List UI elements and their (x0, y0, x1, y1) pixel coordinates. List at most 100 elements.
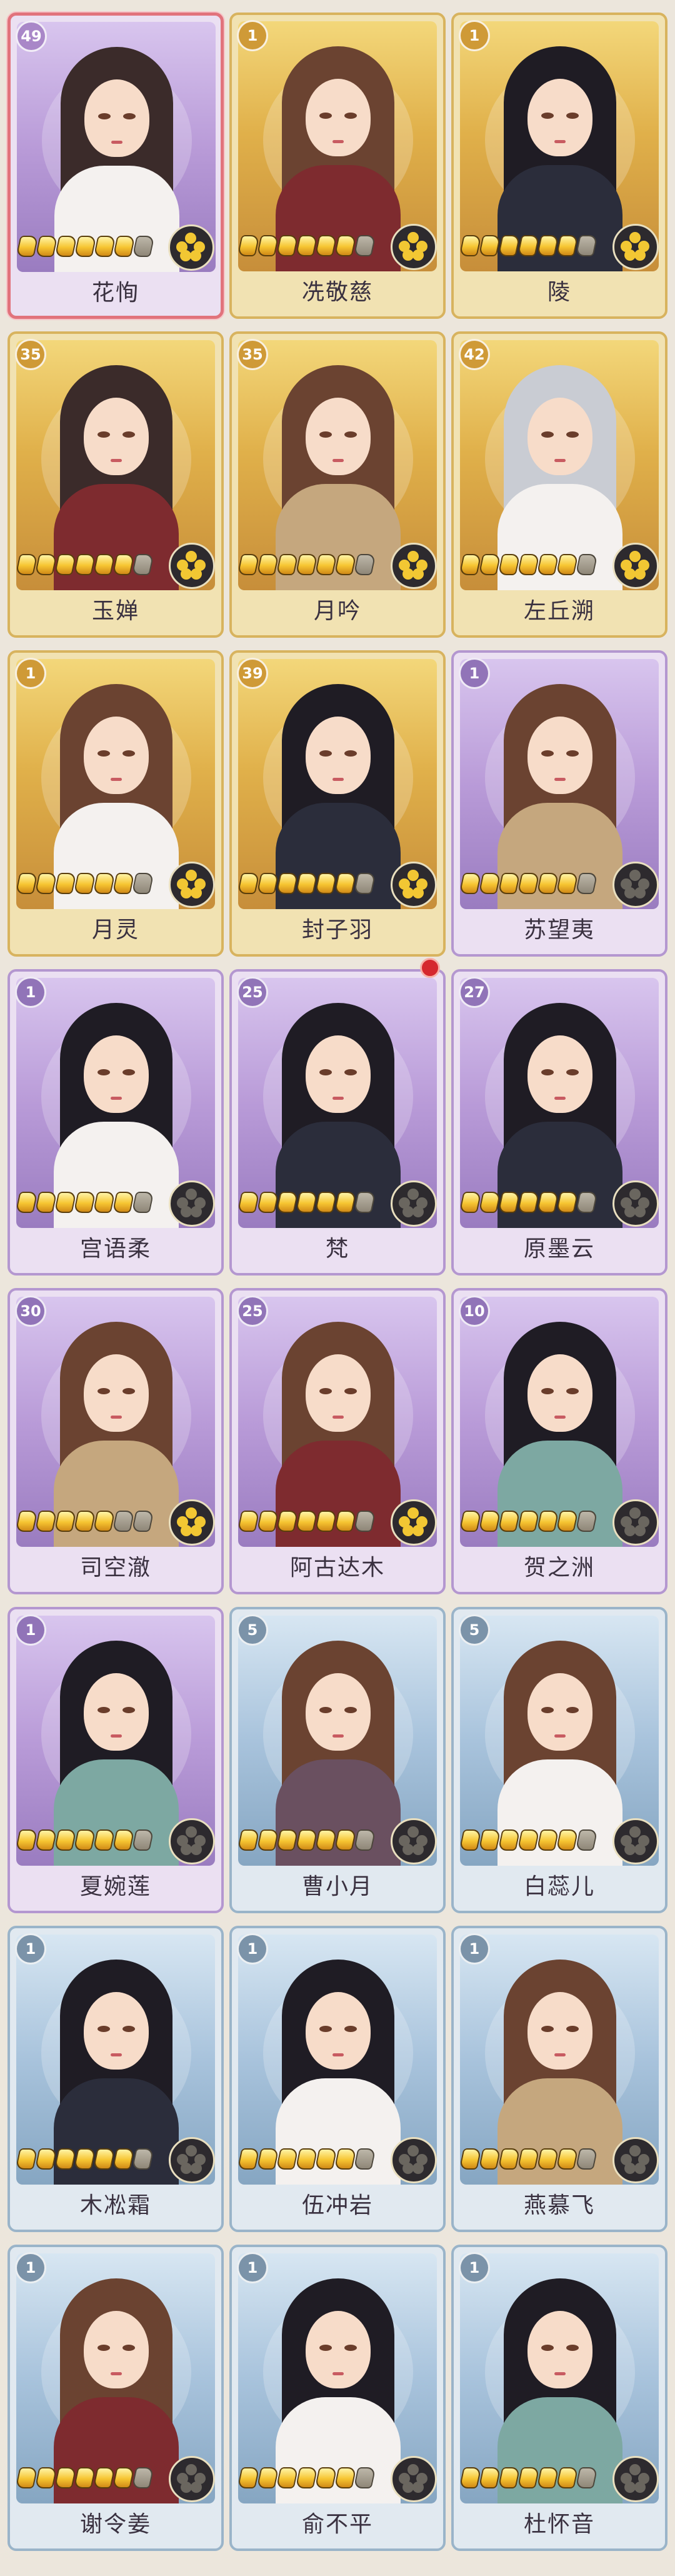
character-name: 俞不平 (301, 2512, 373, 2537)
level-badge: 1 (459, 658, 490, 689)
portrait-mouth (554, 2372, 566, 2375)
flower-emblem-icon (612, 862, 659, 908)
star-icon (295, 873, 318, 894)
star-icon (15, 554, 38, 575)
star-icon (54, 1192, 77, 1213)
level-badge: 1 (237, 2252, 268, 2283)
portrait-eye (98, 1069, 110, 1075)
level-badge: 1 (459, 1933, 490, 1965)
portrait-eye (566, 431, 579, 438)
flower-emblem-icon (391, 2137, 437, 2183)
star-icon (498, 2467, 521, 2488)
star-icon (256, 1192, 279, 1213)
star-icon (92, 2467, 116, 2488)
level-badge: 5 (459, 1614, 490, 1646)
flower-emblem-icon (391, 1818, 437, 1864)
star-icon (314, 2148, 338, 2170)
character-card[interactable]: 5 白蕊儿 (451, 1607, 668, 1913)
character-card[interactable]: 1 月灵 (8, 650, 224, 957)
level-badge: 30 (15, 1296, 46, 1327)
star-icon (237, 1511, 260, 1532)
portrait-mouth (111, 141, 122, 144)
portrait-mouth (554, 1097, 566, 1100)
portrait-eye (98, 750, 110, 757)
star-icon (536, 2467, 559, 2488)
portrait-mouth (554, 140, 566, 143)
portrait-face (528, 398, 592, 475)
character-card[interactable]: 49 花恂 (8, 13, 224, 319)
level-badge: 49 (16, 21, 47, 52)
level-badge: 1 (459, 20, 490, 51)
character-name: 燕慕飞 (523, 2193, 595, 2218)
flower-emblem-icon (169, 1818, 215, 1864)
character-card[interactable]: 1 木凇霜 (8, 1926, 224, 2232)
portrait-face (528, 1354, 592, 1432)
portrait-face (306, 1354, 371, 1432)
character-name: 白蕊儿 (523, 1874, 595, 1899)
character-card[interactable]: 25 阿古达木 (229, 1288, 446, 1594)
portrait-eye (344, 1069, 357, 1075)
star-icon (237, 235, 260, 256)
portrait-mouth (554, 1734, 566, 1738)
character-name: 封子羽 (301, 917, 373, 943)
character-card[interactable]: 1 夏婉莲 (8, 1607, 224, 1913)
character-card[interactable]: 42 左丘溯 (451, 331, 668, 638)
character-name: 宫语柔 (79, 1236, 151, 1262)
star-icon (34, 1511, 58, 1532)
character-card[interactable]: 1 俞不平 (229, 2245, 446, 2551)
portrait-face (528, 1992, 592, 2070)
character-card[interactable]: 5 曹小月 (229, 1607, 446, 1913)
portrait-eye (98, 2345, 110, 2351)
portrait-face (528, 1035, 592, 1113)
character-card[interactable]: 1 苏望夷 (451, 650, 668, 957)
portrait-eye (98, 1388, 110, 1394)
character-card[interactable]: 1陵 (451, 13, 668, 319)
star-icon (132, 236, 155, 257)
star-icon (92, 1192, 116, 1213)
character-card[interactable]: 30 司空澈 (8, 1288, 224, 1594)
star-icon (112, 1192, 135, 1213)
portrait-mouth (554, 2053, 566, 2056)
character-card[interactable]: 1 伍冲岩 (229, 1926, 446, 2232)
star-icon (276, 235, 299, 256)
star-icon (131, 554, 154, 575)
star-icon (517, 1829, 540, 1851)
character-card[interactable]: 1 宫语柔 (8, 969, 224, 1275)
portrait-face (84, 2311, 149, 2388)
portrait-face (84, 717, 149, 794)
star-icon (237, 1192, 260, 1213)
star-icon (536, 554, 559, 575)
star-rating (237, 2467, 376, 2495)
star-icon (575, 1511, 598, 1532)
character-card[interactable]: 1 冼敬慈 (229, 13, 446, 319)
star-icon (556, 2467, 579, 2488)
star-icon (276, 2148, 299, 2170)
star-icon (314, 1511, 338, 1532)
level-badge: 1 (15, 977, 46, 1008)
star-icon (92, 2148, 116, 2170)
star-icon (478, 235, 501, 256)
character-card[interactable]: 25 梵 (229, 969, 446, 1275)
character-card[interactable]: 27 原墨云 (451, 969, 668, 1275)
character-card[interactable]: 1 燕慕飞 (451, 1926, 668, 2232)
portrait-eye (122, 1388, 135, 1394)
portrait-face (528, 1673, 592, 1751)
star-icon (112, 1511, 135, 1532)
star-icon (112, 554, 135, 575)
flower-emblem-icon (391, 224, 437, 270)
star-icon (54, 1511, 77, 1532)
character-card[interactable]: 1 杜怀音 (451, 2245, 668, 2551)
star-icon (353, 235, 376, 256)
character-card[interactable]: 35 月吟 (229, 331, 446, 638)
character-card[interactable]: 39 封子羽 (229, 650, 446, 957)
portrait-face (306, 398, 371, 475)
character-card[interactable]: 1 谢令姜 (8, 2245, 224, 2551)
character-card[interactable]: 10 贺之洲 (451, 1288, 668, 1594)
portrait-eye (541, 2026, 554, 2032)
star-rating (459, 1192, 598, 1219)
star-icon (276, 873, 299, 894)
star-icon (575, 2148, 598, 2170)
character-card[interactable]: 35 玉婵 (8, 331, 224, 638)
star-icon (536, 2148, 559, 2170)
character-name: 原墨云 (523, 1236, 595, 1262)
